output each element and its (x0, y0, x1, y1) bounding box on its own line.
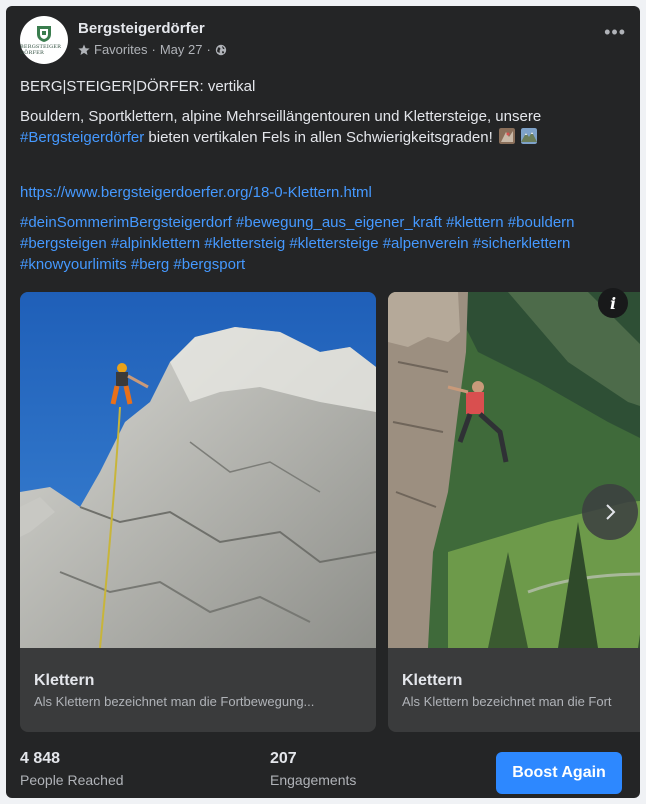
boost-again-button[interactable]: Boost Again (496, 752, 622, 794)
avatar-brand-text: BERGSTEIGER DÖRFER (20, 43, 62, 56)
meta-separator: · (151, 42, 156, 57)
logo-shield-icon (37, 25, 51, 42)
engagements-value: 207 (270, 750, 297, 767)
page-name[interactable]: Bergsteigerdörfer (78, 20, 205, 37)
climbing-emoji-icon (498, 128, 515, 144)
card-desc-2: Als Klettern bezeichnet man die Fort (402, 694, 612, 709)
post-body: Bouldern, Sportklettern, alpine Mehrseil… (20, 106, 624, 148)
post-body-text: Bouldern, Sportklettern, alpine Mehrseil… (20, 108, 542, 125)
engagements-label: Engagements (270, 772, 357, 788)
meta-separator-2: · (206, 42, 211, 57)
engagements-stat[interactable]: 207 Engagements (270, 750, 356, 788)
post-body-text-2: bieten vertikalen Fels in allen Schwieri… (144, 129, 493, 146)
globe-icon[interactable] (215, 44, 227, 56)
mountain-emoji-icon (521, 128, 538, 144)
avatar[interactable]: BERGSTEIGER DÖRFER (20, 16, 68, 64)
chevron-right-icon (606, 504, 616, 520)
carousel-card-1[interactable]: Klettern Als Klettern bezeichnet man die… (20, 292, 376, 732)
post-hashtags[interactable]: #deinSommerimBergsteigerdorf #bewegung_a… (20, 212, 624, 275)
card-title-1[interactable]: Klettern (34, 672, 94, 690)
more-icon[interactable]: ••• (604, 22, 626, 43)
link-carousel: Klettern Als Klettern bezeichnet man die… (20, 292, 640, 732)
hashtag-link[interactable]: #Bergsteigerdörfer (20, 129, 144, 146)
carousel-next-button[interactable] (582, 484, 638, 540)
info-icon[interactable]: i (598, 288, 628, 318)
post-header: BERGSTEIGER DÖRFER Bergsteigerdörfer Fav… (20, 16, 626, 64)
post-insights: 4 848 People Reached 207 Engagements Boo… (20, 750, 626, 794)
post-url-link[interactable]: https://www.bergsteigerdoerfer.org/18-0-… (20, 182, 624, 203)
reach-stat[interactable]: 4 848 People Reached (20, 750, 124, 788)
star-icon (78, 44, 90, 55)
card-title-2[interactable]: Klettern (402, 672, 462, 690)
reach-label: People Reached (20, 772, 124, 788)
post-title: BERG|STEIGER|DÖRFER: vertikal (20, 78, 256, 95)
climbing-photo-2 (388, 292, 640, 648)
card-photo-2[interactable] (388, 292, 640, 648)
reach-value: 4 848 (20, 750, 61, 767)
post-meta: Favorites · May 27 · (78, 42, 227, 57)
post-date[interactable]: May 27 (160, 42, 203, 57)
card-desc-1: Als Klettern bezeichnet man die Fortbewe… (34, 694, 315, 709)
audience-label: Favorites (94, 42, 148, 57)
post-card: BERGSTEIGER DÖRFER Bergsteigerdörfer Fav… (6, 6, 640, 798)
card-photo-1[interactable] (20, 292, 376, 648)
climbing-photo-1 (20, 292, 376, 648)
